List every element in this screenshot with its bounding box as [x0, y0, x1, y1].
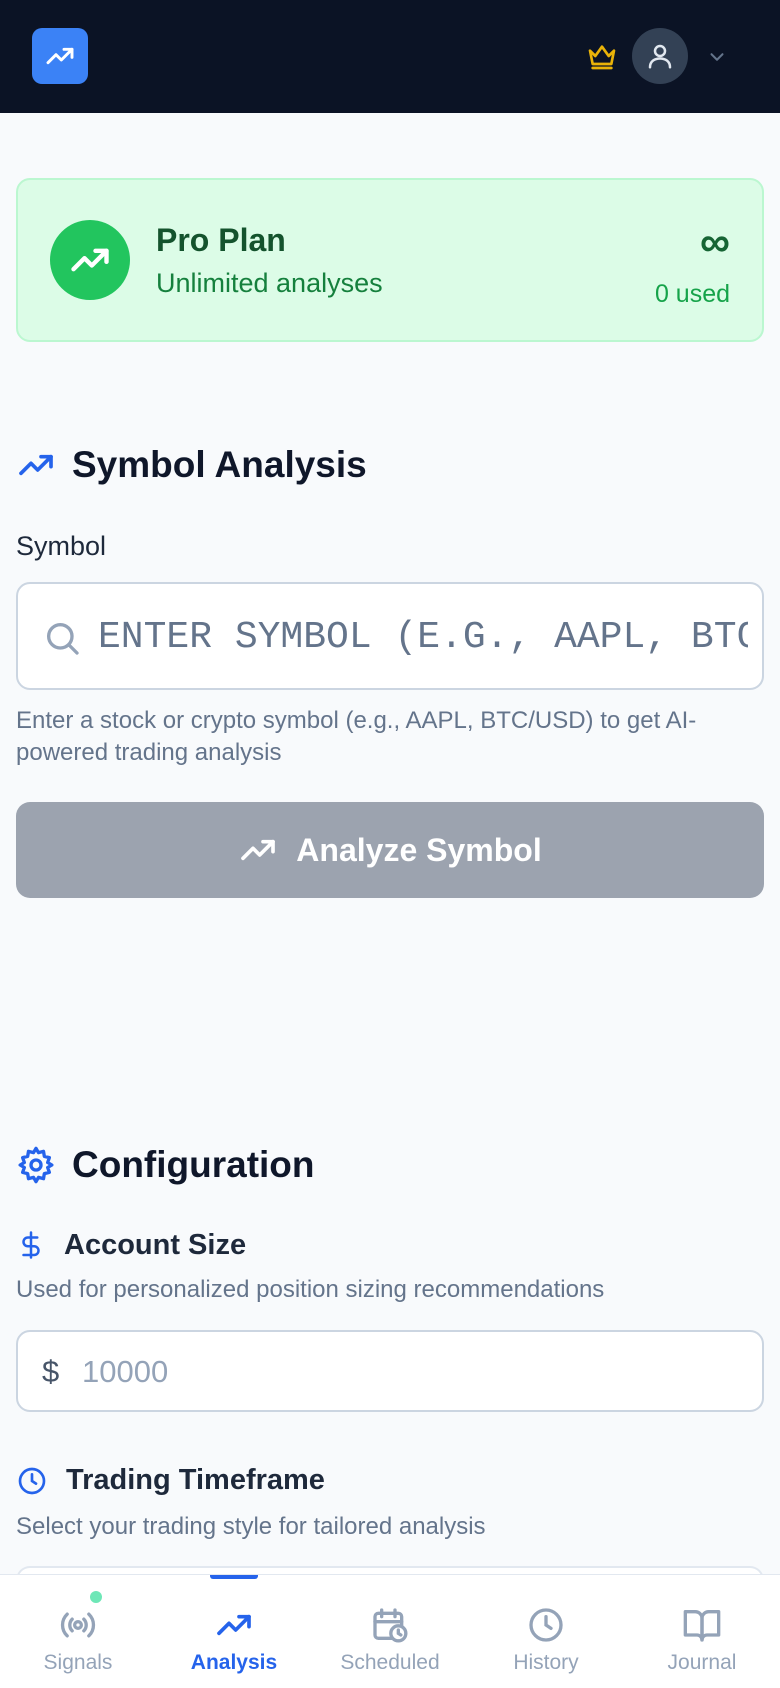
- section-title: Symbol Analysis: [72, 444, 367, 485]
- chevron-down-icon[interactable]: [706, 46, 728, 68]
- nav-item-analysis[interactable]: Analysis: [156, 1575, 312, 1688]
- account-size-input-box[interactable]: $: [16, 1330, 764, 1412]
- account-size-label: Account Size: [16, 1228, 246, 1262]
- trending-up-icon: [19, 454, 53, 476]
- book-open-icon: [683, 1610, 721, 1642]
- user-avatar[interactable]: [632, 28, 688, 84]
- configuration-heading: Configuration: [16, 1144, 315, 1186]
- symbol-label: Symbol: [16, 531, 107, 561]
- calendar-clock-icon: [373, 1608, 408, 1643]
- app-logo[interactable]: [32, 28, 88, 84]
- nav-item-history[interactable]: History: [468, 1575, 624, 1688]
- field-title: Trading Timeframe: [66, 1464, 325, 1496]
- nav-label: Signals: [43, 1651, 113, 1674]
- account-size-helper: Used for personalized position sizing re…: [16, 1276, 605, 1303]
- trending-up-icon: [46, 47, 74, 65]
- trading-timeframe-label: Trading Timeframe: [16, 1464, 325, 1497]
- gear-icon: [18, 1146, 54, 1184]
- plan-icon-circle: [50, 220, 130, 300]
- plan-subtitle: Unlimited analyses: [156, 268, 383, 298]
- plan-title: Pro Plan: [156, 222, 286, 258]
- clock-icon: [18, 1467, 46, 1494]
- bottom-nav: Signals Analysis Scheduled History Journ…: [0, 1574, 780, 1688]
- radio-signal-icon: [60, 1612, 96, 1638]
- analyze-button-label: Analyze Symbol: [296, 831, 542, 868]
- analyze-symbol-button[interactable]: Analyze Symbol: [16, 802, 764, 898]
- dollar-icon: [22, 1231, 40, 1259]
- usage-count: 0 used: [654, 280, 730, 308]
- active-indicator: [210, 1575, 258, 1579]
- trending-up-icon: [71, 248, 109, 272]
- symbol-input-box[interactable]: [16, 582, 764, 690]
- nav-label: History: [513, 1651, 579, 1674]
- currency-prefix: $: [42, 1354, 60, 1389]
- nav-label: Scheduled: [340, 1651, 440, 1674]
- crown-icon[interactable]: [586, 40, 618, 72]
- user-icon: [648, 44, 672, 69]
- infinity-icon: ∞: [700, 218, 730, 265]
- trending-up-icon: [241, 839, 276, 861]
- notification-dot: [90, 1591, 102, 1603]
- symbol-input[interactable]: [98, 604, 748, 670]
- trading-timeframe-helper: Select your trading style for tailored a…: [16, 1513, 486, 1540]
- nav-label: Journal: [667, 1651, 737, 1674]
- top-bar: [0, 0, 780, 113]
- section-title: Configuration: [72, 1144, 315, 1185]
- nav-label: Analysis: [190, 1651, 278, 1674]
- symbol-analysis-heading: Symbol Analysis: [16, 444, 367, 486]
- plan-card: Pro Plan Unlimited analyses ∞ 0 used: [16, 178, 764, 342]
- field-title: Account Size: [64, 1228, 247, 1261]
- search-icon: [47, 623, 79, 655]
- nav-item-signals[interactable]: Signals: [0, 1575, 156, 1688]
- trending-up-icon: [217, 1614, 251, 1636]
- symbol-helper-text: Enter a stock or crypto symbol (e.g., AA…: [16, 707, 697, 766]
- account-size-input[interactable]: [82, 1346, 742, 1398]
- nav-item-scheduled[interactable]: Scheduled: [312, 1575, 468, 1688]
- app-page: Pro Plan Unlimited analyses ∞ 0 used Sym…: [0, 0, 780, 1688]
- nav-item-journal[interactable]: Journal: [624, 1575, 780, 1688]
- clock-icon: [529, 1608, 563, 1642]
